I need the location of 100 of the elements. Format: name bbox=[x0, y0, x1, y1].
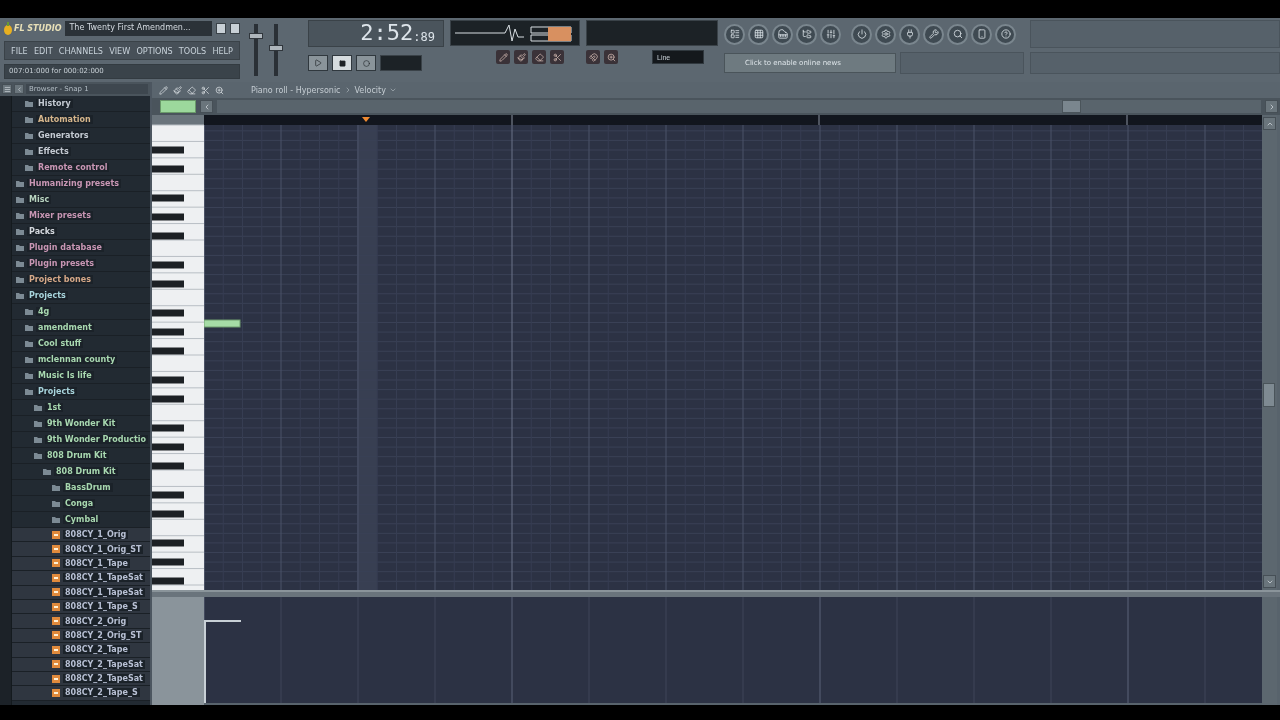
sample-item[interactable]: 808CY_2_Tape bbox=[12, 643, 150, 658]
folder-item[interactable]: amendment bbox=[12, 320, 150, 336]
settings-button[interactable] bbox=[875, 23, 896, 45]
folder-item[interactable]: Cool stuff bbox=[12, 336, 150, 352]
scissors-tool[interactable] bbox=[200, 84, 211, 96]
record-icon bbox=[362, 59, 370, 67]
pencil-tool[interactable] bbox=[496, 50, 510, 64]
folder-tree-button[interactable] bbox=[796, 23, 817, 45]
folder-item[interactable]: Projects bbox=[12, 288, 150, 304]
menu-item[interactable]: TOOLS bbox=[178, 45, 207, 56]
folder-item[interactable]: Misc bbox=[12, 192, 150, 208]
folder-item[interactable]: Automation bbox=[12, 112, 150, 128]
list-button[interactable] bbox=[724, 23, 745, 45]
folder-item[interactable]: Cymbal bbox=[12, 512, 150, 528]
eraser-tool[interactable] bbox=[532, 50, 546, 64]
menu-item[interactable]: CHANNELS bbox=[58, 45, 103, 56]
sample-item[interactable]: 808CY_1_TapeSat bbox=[12, 571, 150, 586]
folder-item[interactable]: Remote control bbox=[12, 160, 150, 176]
scroll-right-button[interactable] bbox=[1265, 100, 1278, 113]
scroll-thumb[interactable] bbox=[1263, 383, 1275, 407]
menu-item[interactable]: OPTIONS bbox=[136, 45, 173, 56]
help-icon bbox=[1000, 29, 1011, 39]
folder-item[interactable]: 808 Drum Kit bbox=[12, 448, 150, 464]
scroll-left-button[interactable] bbox=[200, 100, 213, 113]
folder-icon bbox=[52, 500, 60, 507]
audio-file-icon bbox=[52, 660, 60, 669]
sample-item[interactable]: 808CY_1_Orig_ST bbox=[12, 542, 150, 557]
folder-icon bbox=[52, 516, 60, 523]
zoom-tool[interactable] bbox=[604, 50, 618, 64]
sliders-button[interactable] bbox=[820, 23, 841, 45]
power-icon bbox=[856, 29, 867, 39]
pencil-tool[interactable] bbox=[158, 84, 169, 96]
folder-item[interactable]: History bbox=[12, 96, 150, 112]
scroll-down-button[interactable] bbox=[1263, 575, 1276, 588]
folder-item[interactable]: Music Is life bbox=[12, 368, 150, 384]
folder-icon bbox=[34, 436, 42, 443]
power-button[interactable] bbox=[851, 23, 872, 45]
piano-keyboard-drawing[interactable] bbox=[152, 115, 204, 590]
brush-tool[interactable] bbox=[514, 50, 528, 64]
search-icon bbox=[952, 29, 963, 39]
folder-item[interactable]: Project bones bbox=[12, 272, 150, 288]
help-button[interactable] bbox=[995, 23, 1016, 45]
zoom-icon bbox=[606, 52, 616, 62]
pattern-preview[interactable] bbox=[160, 100, 196, 113]
menu-item[interactable]: EDIT bbox=[33, 45, 53, 56]
folder-item[interactable]: Humanizing presets bbox=[12, 176, 150, 192]
folder-item[interactable]: Conga bbox=[12, 496, 150, 512]
menu-item[interactable]: FILE bbox=[11, 45, 28, 56]
menu-item[interactable]: HELP bbox=[212, 45, 233, 56]
folder-item[interactable]: Plugin database bbox=[12, 240, 150, 256]
audio-file-icon bbox=[52, 573, 60, 582]
search-button[interactable] bbox=[947, 23, 968, 45]
folder-item[interactable]: Generators bbox=[12, 128, 150, 144]
zoom-tool[interactable] bbox=[214, 84, 225, 96]
horizontal-scrollbar[interactable] bbox=[217, 100, 1261, 113]
play-button[interactable] bbox=[308, 55, 328, 71]
folder-item[interactable]: Effects bbox=[12, 144, 150, 160]
phone-button[interactable] bbox=[971, 23, 992, 45]
plug-icon bbox=[904, 29, 915, 39]
magnet-tool[interactable] bbox=[586, 50, 600, 64]
close-button[interactable] bbox=[230, 23, 240, 34]
folder-item[interactable]: 9th Wonder Kit bbox=[12, 416, 150, 432]
wrench-button[interactable] bbox=[923, 23, 944, 45]
folder-item[interactable]: 4g bbox=[12, 304, 150, 320]
sample-item[interactable]: 808CY_1_Orig bbox=[12, 528, 150, 543]
eraser-tool[interactable] bbox=[186, 84, 197, 96]
record-button[interactable] bbox=[356, 55, 376, 71]
stop-button[interactable] bbox=[332, 55, 352, 71]
folder-item[interactable]: 808 Drum Kit bbox=[12, 464, 150, 480]
sample-item[interactable]: 808CY_2_Orig bbox=[12, 614, 150, 629]
folder-item[interactable]: mclennan county bbox=[12, 352, 150, 368]
folder-item[interactable]: Mixer presets bbox=[12, 208, 150, 224]
folder-item[interactable]: Projects bbox=[12, 384, 150, 400]
grid-button[interactable] bbox=[748, 23, 769, 45]
plug-button[interactable] bbox=[899, 23, 920, 45]
scroll-thumb[interactable] bbox=[1062, 100, 1081, 113]
target-selector[interactable]: Velocity bbox=[354, 85, 386, 95]
scissors-tool[interactable] bbox=[550, 50, 564, 64]
browser-menu-button[interactable] bbox=[2, 84, 12, 94]
velocity-scrollbar[interactable] bbox=[1262, 597, 1277, 705]
audio-file-icon bbox=[52, 674, 60, 683]
piano-button[interactable] bbox=[772, 23, 793, 45]
audio-file-icon bbox=[52, 631, 60, 640]
wrench-icon bbox=[928, 29, 939, 39]
menu-item[interactable]: VIEW bbox=[109, 45, 131, 56]
minimize-button[interactable] bbox=[216, 23, 226, 34]
brush-tool[interactable] bbox=[172, 84, 183, 96]
fader-knob[interactable] bbox=[249, 33, 263, 40]
folder-item[interactable]: Packs bbox=[12, 224, 150, 240]
vertical-scrollbar[interactable] bbox=[1262, 115, 1277, 590]
folder-item[interactable]: 9th Wonder Productio bbox=[12, 432, 150, 448]
folder-item[interactable]: Plugin presets bbox=[12, 256, 150, 272]
fader-knob[interactable] bbox=[269, 44, 283, 51]
sample-item[interactable]: 808CY_2_Tape_S bbox=[12, 686, 150, 701]
folder-icon bbox=[25, 164, 33, 171]
scroll-up-button[interactable] bbox=[1263, 117, 1276, 130]
browser-back-button[interactable] bbox=[14, 84, 24, 94]
folder-item[interactable]: BassDrum bbox=[12, 480, 150, 496]
folder-item[interactable]: 1st bbox=[12, 400, 150, 416]
folder-icon bbox=[25, 324, 33, 331]
